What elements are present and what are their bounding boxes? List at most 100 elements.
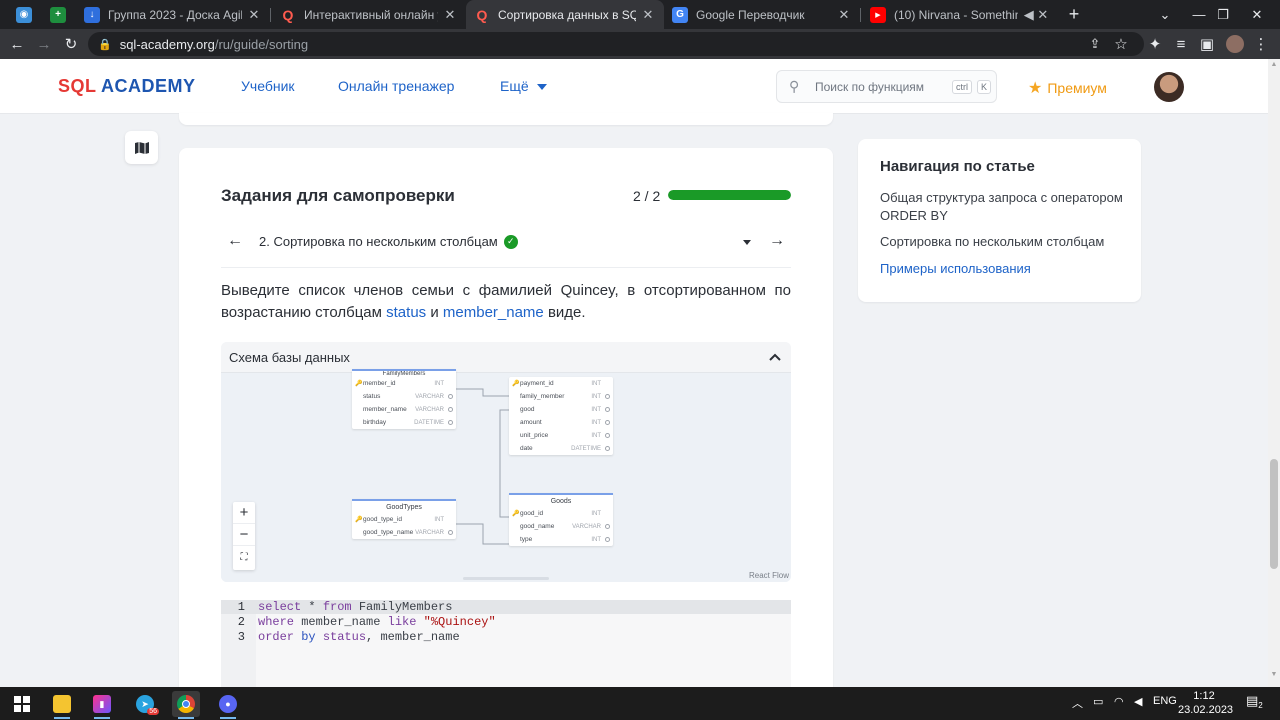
nullable-icon [448,420,453,425]
discord-icon[interactable]: ● [214,691,242,719]
code-line-3: order by status, member_name [258,630,460,644]
language-indicator[interactable]: ENG [1153,695,1177,707]
page-scrollbar[interactable]: ▲ ▼ [1268,59,1280,687]
close-icon[interactable]: ✕ [442,7,458,23]
notifications-icon[interactable]: ▤2 [1246,693,1263,710]
tab-pinned-1[interactable]: ◉ [8,0,44,29]
field-name: unit_price [520,432,549,439]
task-text: и [426,304,443,321]
table-family-members[interactable]: FamilyMembers 🔑 member_id INT status VARCHA… [352,369,456,429]
menu-kebab-icon[interactable]: ⋮ [1250,33,1272,55]
telegram-icon[interactable]: ➤ 56 [131,691,159,717]
previous-card [179,113,833,125]
map-button[interactable] [125,131,158,164]
tab-interactive-tutorial[interactable]: Q Интерактивный онлайн учебни ✕ [272,0,466,29]
tab-title: Google Переводчик [696,7,805,22]
system-clock[interactable]: 1:12 23.02.2023 [1178,689,1233,717]
wifi-icon[interactable]: ◠ [1114,695,1124,708]
article-nav-title: Навигация по статье [880,158,1035,175]
back-arrow-icon[interactable]: ← [6,33,28,55]
column-member-name: member_name [442,304,544,321]
side-panel-icon[interactable]: ▣ [1196,33,1218,55]
schema-canvas[interactable]: FamilyMembers 🔑 member_id INT status VARCHA… [221,369,791,582]
tab-youtube[interactable]: ▶ (10) Nirvana - Something in ◀ ✕ [862,0,1058,29]
scroll-up-icon[interactable]: ▲ [1268,61,1280,75]
scrollbar-thumb[interactable] [1270,459,1278,569]
star-icon: ★ [1028,80,1043,97]
column-status: status [386,304,427,321]
browser-toolbar: ← → ↻ 🔒 sql-academy.org /ru/guide/sortin… [0,29,1280,59]
close-icon[interactable]: ✕ [836,7,852,23]
nav-more-label: Ещё [500,78,529,94]
tasks-title: Задания для самопроверки [221,186,455,205]
search-input[interactable]: ⚲ Поиск по функциям ctrl K [776,70,997,103]
article-navigation: Навигация по статье Общая структура запр… [858,139,1141,302]
battery-icon[interactable]: ▭ [1093,695,1103,708]
article-nav-item[interactable]: Общая структура запроса с оператором ORD… [880,189,1125,225]
nullable-icon [605,394,610,399]
chevron-up-icon[interactable] [767,350,783,366]
field-type: INT [591,406,601,413]
close-icon[interactable]: ✕ [246,7,262,23]
scroll-down-icon[interactable]: ▼ [1268,671,1280,685]
key-icon: 🔑 [355,517,363,523]
table-goods[interactable]: Goods 🔑 good_id INT good_name VARCHAR type I… [509,493,613,546]
close-icon[interactable]: ✕ [640,7,656,23]
field-type: DATETIME [571,445,601,452]
share-icon[interactable]: ⇪ [1084,33,1106,55]
task-text: виде. [543,304,586,321]
task-selector[interactable]: 2. Сортировка по нескольким столбцам ✓ [259,234,518,249]
progress-counter: 2 / 2 [633,188,661,204]
mute-and-close-icon[interactable]: ◀ ✕ [1022,7,1050,23]
table-payments[interactable]: 🔑 payment_id INT family_member INT good INT … [509,377,613,455]
file-explorer-icon[interactable] [48,691,76,719]
next-task-arrow-icon[interactable]: → [769,232,785,250]
extensions-puzzle-icon[interactable]: ✦ [1144,33,1166,55]
chevron-down-icon[interactable] [743,240,751,245]
table-field: good_type_name VARCHAR [352,526,456,539]
field-name: birthday [363,419,387,426]
profile-avatar-icon[interactable] [1226,35,1244,53]
zoom-in-icon[interactable]: + [233,502,255,524]
field-name: good_name [520,523,555,530]
jetbrains-icon[interactable]: ▮ [88,691,116,719]
reload-icon[interactable]: ↻ [60,33,82,55]
field-type: INT [591,419,601,426]
bookmark-star-icon[interactable]: ☆ [1110,33,1132,55]
schema-header[interactable]: Схема базы данных [221,342,791,373]
windows-start-icon[interactable] [8,691,36,717]
article-nav-item[interactable]: Сортировка по нескольким столбцам [880,233,1125,251]
nav-more[interactable]: Ещё [500,78,547,94]
prev-task-arrow-icon[interactable]: ← [227,232,243,250]
avatar[interactable] [1154,72,1184,102]
chrome-icon[interactable] [172,691,200,719]
tab-sorting-active[interactable]: Q Сортировка данных в SQL, опе ✕ [466,0,664,29]
logo[interactable]: SQL ACADEMY [58,76,196,97]
key-icon: 🔑 [512,511,520,517]
tray-chevron-up-icon[interactable]: ︿ [1072,695,1083,711]
shortcut-key-k: K [976,79,991,94]
fit-view-icon[interactable]: ⛶ [233,546,255,568]
tab-google-translate[interactable]: G Google Переводчик ✕ [664,0,860,29]
nav-textbook[interactable]: Учебник [241,78,295,94]
nav-online-trainer[interactable]: Онлайн тренажер [338,78,454,94]
field-name: member_name [363,406,407,413]
table-field: family_member INT [509,390,613,403]
address-bar[interactable]: 🔒 sql-academy.org /ru/guide/sorting [88,32,1144,56]
new-tab-icon[interactable]: + [1063,3,1085,25]
article-nav-item-active[interactable]: Примеры использования [880,260,1125,278]
react-flow-attribution[interactable]: React Flow [749,571,789,580]
zoom-out-icon[interactable]: − [233,524,255,546]
sql-academy-favicon-icon: Q [282,6,294,23]
media-control-icon[interactable]: ≡ [1170,33,1192,55]
forward-arrow-icon[interactable]: → [33,33,55,55]
premium-link[interactable]: ★ Премиум [1028,78,1107,98]
table-good-types[interactable]: GoodTypes 🔑 good_type_id INT good_type_nam… [352,499,456,539]
tab-title: Сортировка данных в SQL, опе [498,7,636,22]
tab-agile-board[interactable]: ↓ Группа 2023 - Доска Agile - IT- ✕ [76,0,270,29]
volume-icon[interactable]: ◀ [1134,695,1142,708]
tab-pinned-2[interactable]: + [42,0,76,29]
window-close-icon[interactable]: ✕ [1234,0,1280,29]
canvas-scroll-handle[interactable] [463,577,549,580]
tab-title: (10) Nirvana - Something in [894,7,1018,22]
